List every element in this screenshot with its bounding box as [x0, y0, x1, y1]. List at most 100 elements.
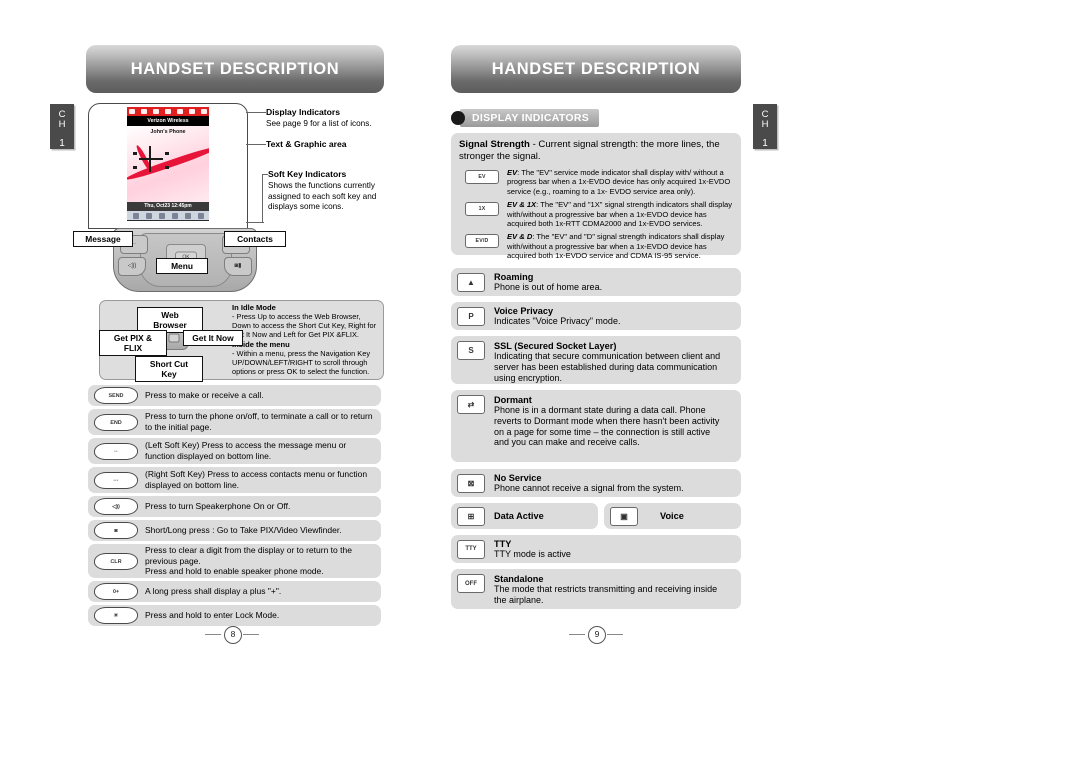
indicator-roaming: ▲ Roaming Phone is out of home area.	[451, 268, 741, 296]
callout-lead-3-vert	[262, 174, 263, 222]
section-header-display-indicators: DISPLAY INDICATORS	[451, 109, 600, 127]
signal-ev-1x-icon: 1X	[465, 202, 499, 217]
voice-privacy-icon: P	[457, 306, 485, 326]
chapter-tab-right: C H 1	[753, 104, 777, 149]
indicator-voice-title: Voice	[660, 511, 684, 521]
battery-status-icon	[201, 109, 207, 114]
key-desc-clear: Press to clear a digit from the display …	[145, 545, 352, 577]
tag-short-cut-key: Short Cut Key	[135, 356, 203, 382]
signal-strength-title: Signal Strength	[459, 139, 530, 150]
phone-illustration: Verizon Wireless John's Phone Thu, Oct23…	[88, 103, 248, 229]
ringer-status-icon	[177, 109, 183, 114]
signal-item-ev-d: EV/D EV & D: The "EV" and "D" signal str…	[459, 232, 733, 260]
roaming-icon: ▲	[457, 272, 485, 292]
right-soft-key-icon: ···	[93, 471, 139, 489]
star-lock-key-icon: ✳	[93, 607, 139, 624]
page-rule-right-b	[607, 634, 623, 635]
shortcut-icon-4	[171, 212, 178, 219]
phone-carrier-label: Verizon Wireless	[127, 116, 209, 126]
indicator-voice-privacy-text: Indicates "Voice Privacy" mode.	[494, 315, 621, 326]
callout-text-display-indicators: See page 9 for a list of icons.	[266, 119, 372, 128]
signal-ev-icon: EV	[465, 170, 499, 184]
banner-left: HANDSET DESCRIPTION	[86, 45, 384, 93]
page-number-right: 9	[588, 626, 606, 644]
shortcut-icon-6	[197, 212, 204, 219]
end-key-icon: END	[93, 413, 139, 431]
key-desc-speakerphone: Press to turn Speakerphone On or Off.	[145, 501, 291, 512]
signal-term-ev: EV	[507, 168, 518, 177]
key-desc-lock: Press and hold to enter Lock Mode.	[145, 610, 280, 621]
key-desc-camera: Short/Long press : Go to Take PIX/Video …	[145, 525, 342, 536]
signal-strength-block: Signal Strength - Current signal strengt…	[451, 133, 741, 260]
speakerphone-key: ◁))	[118, 257, 146, 276]
key-desc-left-soft: (Left Soft Key) Press to access the mess…	[145, 440, 347, 461]
indicator-no-service-title: No Service	[494, 472, 542, 483]
idle-mode-title: In Idle Mode	[232, 303, 276, 312]
zero-key-icon: 0+	[93, 583, 139, 600]
key-row-left-soft: ·· (Left Soft Key) Press to access the m…	[88, 438, 381, 464]
roaming-status-icon	[141, 109, 147, 114]
indicator-tty-text: TTY mode is active	[494, 548, 571, 559]
speakerphone-key-icon: ◁))	[93, 498, 139, 515]
indicator-roaming-text: Phone is out of home area.	[494, 281, 603, 292]
chapter-tab-right-line2: H	[761, 119, 769, 130]
page-number-left: 8	[224, 626, 242, 644]
shortcut-icon-5	[184, 212, 191, 219]
signal-item-ev-1x: 1X EV & 1X: The "EV" and "1X" signal str…	[459, 200, 733, 228]
ssl-icon: S	[457, 341, 485, 360]
key-row-zero: 0+ A long press shall display a plus "+"…	[88, 581, 381, 602]
indicator-voice-privacy-title: Voice Privacy	[494, 305, 554, 316]
no-service-icon: ⊠	[457, 473, 485, 493]
indicator-ssl: S SSL (Secured Socket Layer) Indicating …	[451, 336, 741, 384]
page-rule-right-a	[569, 634, 585, 635]
key-desc-end: Press to turn the phone on/off, to termi…	[145, 411, 373, 432]
wallpaper-tick-2	[133, 166, 137, 169]
banner-title-right: HANDSET DESCRIPTION	[491, 59, 701, 78]
lock-status-icon	[189, 109, 195, 114]
section-title: DISPLAY INDICATORS	[460, 109, 600, 127]
indicator-ssl-text: Indicating that secure communication bet…	[494, 351, 721, 383]
key-row-end: END Press to turn the phone on/off, to t…	[88, 409, 381, 435]
signal-term-ev-d: EV & D	[507, 232, 533, 242]
key-row-right-soft: ··· (Right Soft Key) Press to access con…	[88, 467, 381, 493]
indicator-no-service-text: Phone cannot receive a signal from the s…	[494, 482, 684, 493]
signal-text-ev: : The "EV" service mode indicator shall …	[507, 168, 731, 196]
indicator-dormant-text: Phone is in a dormant state during a dat…	[494, 405, 720, 448]
shortcut-icon-2	[145, 212, 152, 219]
inside-menu-text: - Within a menu, press the Navigation Ke…	[232, 349, 371, 377]
indicator-ssl-title: SSL (Secured Socket Layer)	[494, 341, 617, 351]
indicator-standalone-title: Standalone	[494, 574, 544, 584]
tag-contacts: Contacts	[224, 231, 286, 247]
camera-key: ◙▮	[224, 257, 252, 276]
tag-get-pix-flix: Get PIX & FLIX	[99, 330, 167, 356]
bullet-dot-icon	[451, 111, 465, 125]
signal-bars-icon	[129, 109, 135, 114]
dormant-icon: ⇄	[457, 395, 485, 414]
data-active-icon: ⊞	[457, 506, 485, 526]
signal-strength-heading: Signal Strength - Current signal strengt…	[459, 139, 733, 162]
signal-text-ev-d: : The "EV" and "D" signal strength indic…	[507, 232, 725, 261]
indicator-no-service: ⊠ No Service Phone cannot receive a sign…	[451, 469, 741, 497]
indicator-voice-privacy: P Voice Privacy Indicates "Voice Privacy…	[451, 302, 741, 330]
banner-right: HANDSET DESCRIPTION	[451, 45, 741, 93]
key-row-clear: CLR Press to clear a digit from the disp…	[88, 544, 381, 578]
chapter-tab-left: C H 1	[50, 104, 74, 149]
callout-lead-2	[246, 144, 266, 145]
indicator-standalone-text: The mode that restricts transmitting and…	[494, 584, 718, 605]
phone-icon-row	[127, 211, 209, 220]
key-desc-send: Press to make or receive a call.	[145, 390, 264, 401]
phone-screen: Verizon Wireless John's Phone Thu, Oct23…	[127, 107, 209, 221]
indicator-roaming-title: Roaming	[494, 271, 534, 282]
data-status-icon	[165, 109, 171, 114]
phone-wallpaper: John's Phone	[127, 126, 209, 202]
callout-lead-1	[246, 112, 266, 113]
callout-label-text-graphic-area: Text & Graphic area	[266, 139, 347, 149]
signal-item-ev: EV EV: The "EV" service mode indicator s…	[459, 168, 733, 196]
page-rule-left-b	[243, 634, 259, 635]
wallpaper-tick-4	[165, 166, 169, 169]
key-row-camera: ◙ Short/Long press : Go to Take PIX/Vide…	[88, 520, 381, 541]
left-soft-key-icon: ··	[93, 442, 139, 460]
voice-icon: ▣	[610, 506, 638, 526]
phone-status-bar	[127, 107, 209, 116]
callout-lead-3a	[246, 222, 264, 223]
